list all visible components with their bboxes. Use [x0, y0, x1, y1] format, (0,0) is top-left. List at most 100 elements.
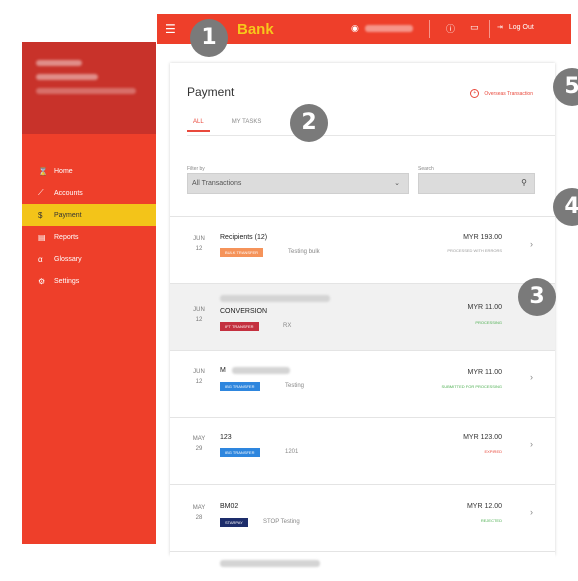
sidebar-item-label: Glossary [54, 255, 82, 263]
transaction-note: STOP Testing [263, 519, 300, 525]
sidebar-item-payment[interactable]: $ Payment [22, 204, 156, 226]
date-day: 12 [195, 246, 203, 252]
transaction-type-badge: IBG TRANSFER [220, 448, 260, 457]
transaction-amount: MYR 11.00 [467, 304, 503, 311]
sidebar-item-label: Home [54, 167, 73, 175]
glossary-icon: α [38, 254, 43, 264]
divider [489, 20, 490, 38]
transaction-type-badge: IFT TRANSFER [220, 322, 259, 331]
search-input[interactable] [419, 175, 515, 196]
callout-marker-3: 3 [518, 278, 556, 316]
transaction-title: 123 [220, 434, 232, 441]
overseas-link-label: Overseas Transaction [484, 90, 533, 97]
date-month: MAY [192, 436, 206, 442]
logout-label: Log Out [508, 24, 534, 31]
transaction-row[interactable]: JUN 12 M IBG TRANSFER Testing MYR 11.00 … [170, 350, 555, 417]
transaction-title: CONVERSION [220, 308, 268, 315]
sidebar-item-label: Accounts [54, 189, 83, 197]
profile-name-blurred [36, 60, 82, 66]
chart-icon: ⟋ [38, 188, 44, 197]
sidebar-item-accounts[interactable]: ⟋ Accounts [22, 182, 156, 204]
chevron-right-icon[interactable]: › [530, 507, 533, 517]
transaction-amount: MYR 12.00 [466, 503, 502, 510]
transaction-status: SUBMITTED FOR PROCESSING [441, 384, 502, 389]
date-month: JUN [193, 369, 205, 375]
user-profile [22, 42, 156, 134]
transaction-status: REJECTED [480, 518, 502, 523]
profile-email-blurred [36, 88, 136, 94]
transaction-row[interactable]: JUN 12 Recipients (12) BULK TRANSFER Tes… [170, 216, 555, 283]
message-icon[interactable]: ▭ [470, 22, 479, 33]
redacted-text [220, 295, 330, 302]
sidebar-item-settings[interactable]: ⚙ Settings [22, 270, 156, 292]
payment-icon: $ [38, 210, 43, 220]
callout-marker-4: 4 [553, 188, 578, 226]
sidebar-item-home[interactable]: ⌛ Home [22, 160, 156, 182]
brand-logo[interactable]: Bank [237, 21, 274, 38]
chevron-right-icon[interactable]: › [530, 239, 533, 249]
transaction-date: MAY 28 [184, 503, 214, 523]
logout-button[interactable]: ⇥ Log Out [497, 23, 534, 31]
transaction-title: M [220, 367, 226, 374]
transaction-type-badge: IBG TRANSFER [220, 382, 260, 391]
search-icon[interactable]: ⚲ [521, 178, 527, 187]
search-label: Search [418, 166, 434, 172]
chevron-right-icon[interactable]: › [530, 439, 533, 449]
transaction-list: JUN 12 Recipients (12) BULK TRANSFER Tes… [170, 216, 555, 581]
hamburger-icon[interactable]: ☰ [165, 23, 176, 35]
filter-value: All Transactions [192, 180, 242, 187]
transaction-amount: MYR 11.00 [467, 369, 503, 376]
sidebar: ⌛ Home ⟋ Accounts $ Payment ▤ Reports α … [22, 42, 156, 544]
transaction-title: BM02 [220, 503, 239, 510]
transaction-row[interactable]: MAY 29 123 IBG TRANSFER 1201 MYR 123.00 … [170, 417, 555, 484]
transaction-date: JUN 12 [184, 367, 214, 387]
transaction-row[interactable]: MAY 28 BM02 STARPAY STOP Testing MYR 12.… [170, 484, 555, 551]
redacted-text [232, 367, 290, 374]
transaction-status: PROCESSING [475, 320, 502, 325]
settings-icon: ⚙ [38, 276, 46, 286]
sidebar-item-label: Reports [54, 233, 79, 241]
sidebar-item-glossary[interactable]: α Glossary [22, 248, 156, 270]
tab-divider [187, 135, 555, 136]
date-month: JUN [193, 236, 205, 242]
transaction-note: 1201 [285, 449, 299, 455]
logout-icon: ⇥ [497, 24, 503, 31]
search-field[interactable]: ⚲ [418, 173, 535, 196]
overseas-transaction-link[interactable]: + Overseas Transaction [470, 89, 533, 98]
report-icon: ▤ [38, 232, 46, 242]
callout-marker-2: 2 [290, 104, 328, 142]
transaction-row[interactable]: JUN 12 CONVERSION IFT TRANSFER RX MYR 11… [170, 283, 555, 350]
user-icon: ◉ [351, 23, 359, 33]
transaction-date: JUN 12 [184, 305, 214, 325]
sidebar-item-label: Payment [54, 211, 82, 219]
sidebar-nav: ⌛ Home ⟋ Accounts $ Payment ▤ Reports α … [22, 160, 156, 292]
chevron-down-icon: ⌄ [394, 180, 400, 187]
filter-dropdown[interactable]: All Transactions ⌄ [187, 173, 409, 194]
filter-label: Filter by [187, 166, 205, 172]
date-month: JUN [193, 307, 205, 313]
transaction-amount: MYR 193.00 [463, 234, 502, 241]
transaction-type-badge: STARPAY [220, 518, 248, 527]
payment-panel: Payment + Overseas Transaction ALL MY TAS… [170, 63, 555, 581]
date-day: 29 [195, 446, 203, 452]
hourglass-icon: ⌛ [38, 166, 48, 176]
sidebar-item-label: Settings [54, 277, 80, 285]
transaction-note: Testing [285, 383, 305, 389]
tab-my-tasks[interactable]: MY TASKS [226, 119, 268, 132]
page-title: Payment [187, 85, 235, 99]
chevron-right-icon[interactable]: › [530, 372, 533, 382]
date-day: 28 [195, 515, 203, 521]
tab-bar: ALL MY TASKS [187, 119, 283, 132]
transaction-type-badge: BULK TRANSFER [220, 248, 264, 257]
date-day: 12 [195, 379, 203, 385]
transaction-date: MAY 29 [184, 434, 214, 454]
sidebar-item-reports[interactable]: ▤ Reports [22, 226, 156, 248]
help-icon[interactable]: ⓘ [446, 22, 455, 35]
transaction-status: PROCESSED WITH ERRORS [447, 248, 502, 253]
user-menu[interactable]: ◉ [351, 23, 413, 34]
callout-marker-5: 5 [553, 68, 578, 106]
transaction-title: Recipients (12) [220, 234, 268, 241]
transaction-note: RX [283, 323, 292, 329]
tab-all[interactable]: ALL [187, 119, 210, 132]
transaction-row[interactable] [170, 551, 555, 581]
